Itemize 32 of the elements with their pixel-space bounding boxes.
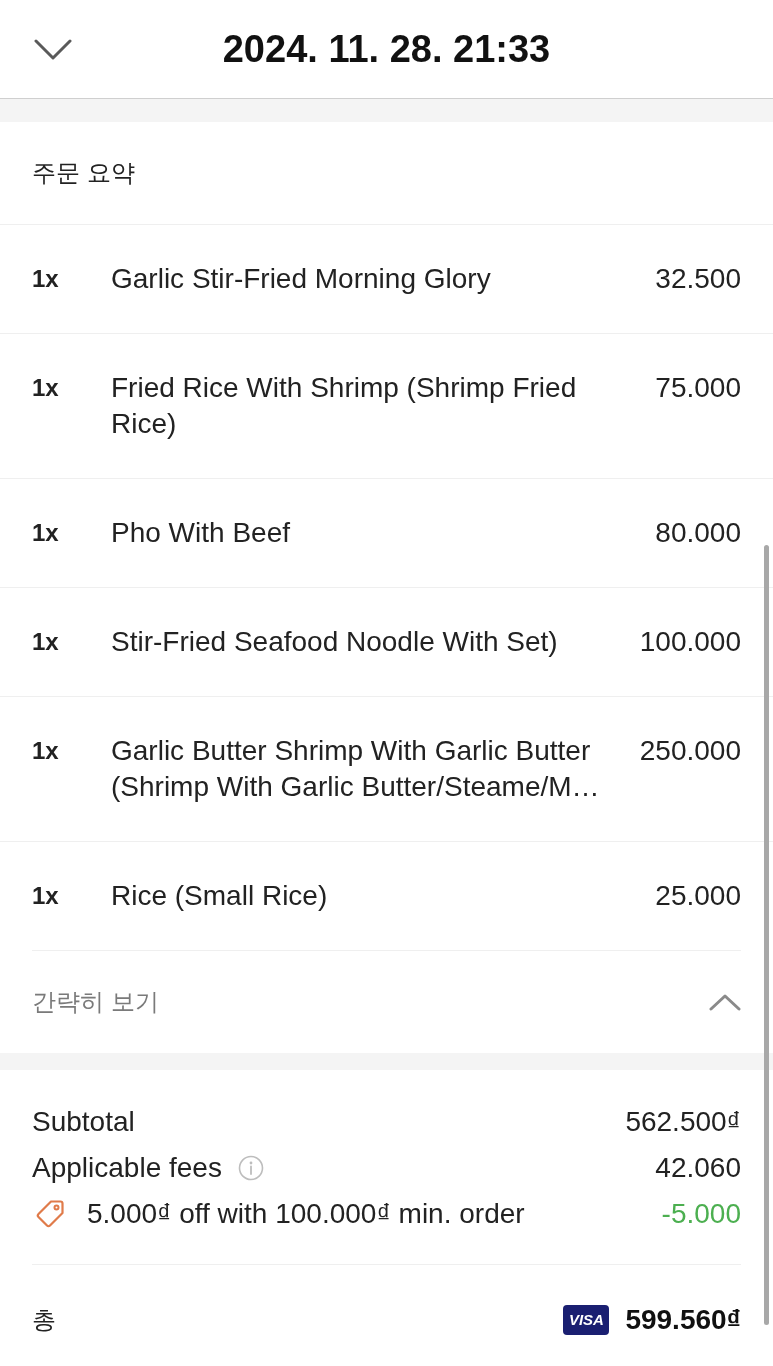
item-name: Garlic Stir-Fried Morning Glory <box>111 262 491 296</box>
item-quantity: 1x <box>32 736 59 766</box>
subtotal-label: Subtotal <box>32 1105 135 1139</box>
card-logo: VISA <box>563 1305 610 1335</box>
item-name: Fried Rice With Shrimp (Shrimp Fried Rice) <box>111 371 578 441</box>
item-quantity: 1x <box>32 518 59 548</box>
item-quantity: 1x <box>32 264 59 294</box>
item-price: 100.000 <box>639 625 741 659</box>
item-quantity: 1x <box>32 627 59 657</box>
item-price: 25.000 <box>655 879 741 913</box>
item-price: 75.000 <box>655 371 741 405</box>
show-less-toggle[interactable]: 간략히 보기 <box>32 951 741 1053</box>
item-name: Pho With Beef <box>111 516 290 550</box>
total-label: 총 <box>32 1305 56 1335</box>
discount-amount: -5.000 <box>661 1197 741 1231</box>
subtotal-amount: 562.500₫ <box>625 1105 741 1139</box>
tag-icon <box>35 1199 65 1229</box>
item-quantity: 1x <box>32 373 59 403</box>
item-name: Rice (Small Rice) <box>111 879 328 913</box>
chevron-down-icon[interactable] <box>34 38 72 60</box>
item-price: 32.500 <box>655 262 741 296</box>
section-title: 주문 요약 <box>32 158 135 188</box>
fee-label: Applicable fees <box>32 1151 222 1185</box>
fee-amount: 42.060 <box>655 1151 741 1185</box>
total-amount: 599.560₫ <box>625 1303 741 1337</box>
item-name: Garlic Butter Shrimp With Garlic Butter (Shrimp With Garlic Butter/Steame/M… <box>111 734 601 804</box>
discount-label: 5.000₫ off with 100.000₫ min. order <box>87 1197 525 1231</box>
order-datetime: 2024. 11. 28. 21:33 <box>222 27 551 71</box>
item-name: Stir-Fried Seafood Noodle With Set) <box>111 625 558 659</box>
item-price: 80.000 <box>655 516 741 550</box>
item-quantity: 1x <box>32 881 59 911</box>
item-price: 250.000 <box>639 734 741 768</box>
